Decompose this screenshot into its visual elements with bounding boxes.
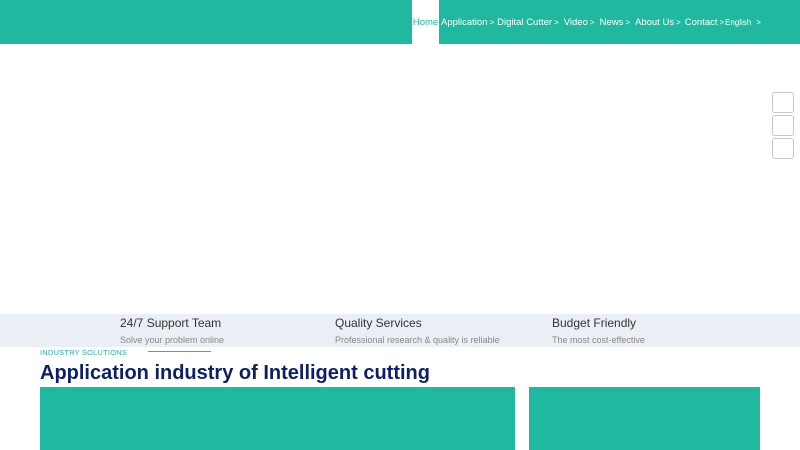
chevron-right-icon: >: [625, 17, 630, 27]
chevron-right-icon: >: [554, 17, 559, 27]
chevron-right-icon: >: [719, 17, 725, 27]
feature-subtitle: Professional research & quality is relia…: [335, 335, 500, 345]
nav-item-about-us[interactable]: About Us >: [635, 0, 681, 44]
feature-strip: 24/7 Support Team Solve your problem onl…: [0, 314, 800, 347]
industry-card[interactable]: [529, 387, 760, 450]
nav-item-label: About Us: [635, 16, 675, 28]
nav-item-label: Home: [412, 16, 439, 28]
chevron-right-icon: >: [589, 17, 595, 27]
page: Home Application > Digital Cutter > Vide…: [0, 0, 800, 450]
nav-item-home[interactable]: Home: [412, 0, 439, 44]
feature-subtitle: Solve your problem online: [120, 335, 225, 345]
chevron-right-icon: >: [676, 17, 681, 27]
feature-title: Quality Services: [335, 316, 422, 330]
nav-item-label: Digital Cutter: [497, 16, 553, 28]
nav-item-label: Video: [563, 16, 588, 28]
chevron-right-icon: >: [756, 17, 761, 27]
side-contact-button-3[interactable]: [772, 138, 794, 159]
nav-item-video[interactable]: Video >: [564, 0, 595, 44]
nav-item-news[interactable]: News >: [600, 0, 630, 44]
site-header: Home Application > Digital Cutter > Vide…: [0, 0, 800, 44]
nav-item-label: Application: [441, 16, 488, 28]
section-title: Application industry of Intelligent cutt…: [40, 362, 430, 384]
section-label: INDUSTRY SOLUTIONS: [40, 348, 128, 357]
feature-title: 24/7 Support Team: [120, 316, 222, 330]
nav-item-label: Contact: [684, 16, 718, 28]
industry-card[interactable]: [40, 387, 515, 450]
language-label: English: [725, 17, 752, 27]
side-contact-button-2[interactable]: [772, 115, 794, 136]
side-contact-button-1[interactable]: [772, 92, 794, 113]
feature-subtitle: The most cost-effective: [552, 335, 645, 345]
nav-item-label: News: [599, 16, 624, 28]
section-underline: [148, 351, 211, 352]
language-selector[interactable]: English >: [725, 0, 761, 44]
nav-item-application[interactable]: Application >: [441, 0, 494, 44]
nav-item-contact[interactable]: Contact >: [685, 0, 724, 44]
chevron-right-icon: >: [489, 17, 495, 27]
nav-item-digital-cutter[interactable]: Digital Cutter >: [497, 0, 559, 44]
feature-title: Budget Friendly: [552, 316, 637, 330]
main-nav: Home Application > Digital Cutter > Vide…: [412, 0, 724, 44]
